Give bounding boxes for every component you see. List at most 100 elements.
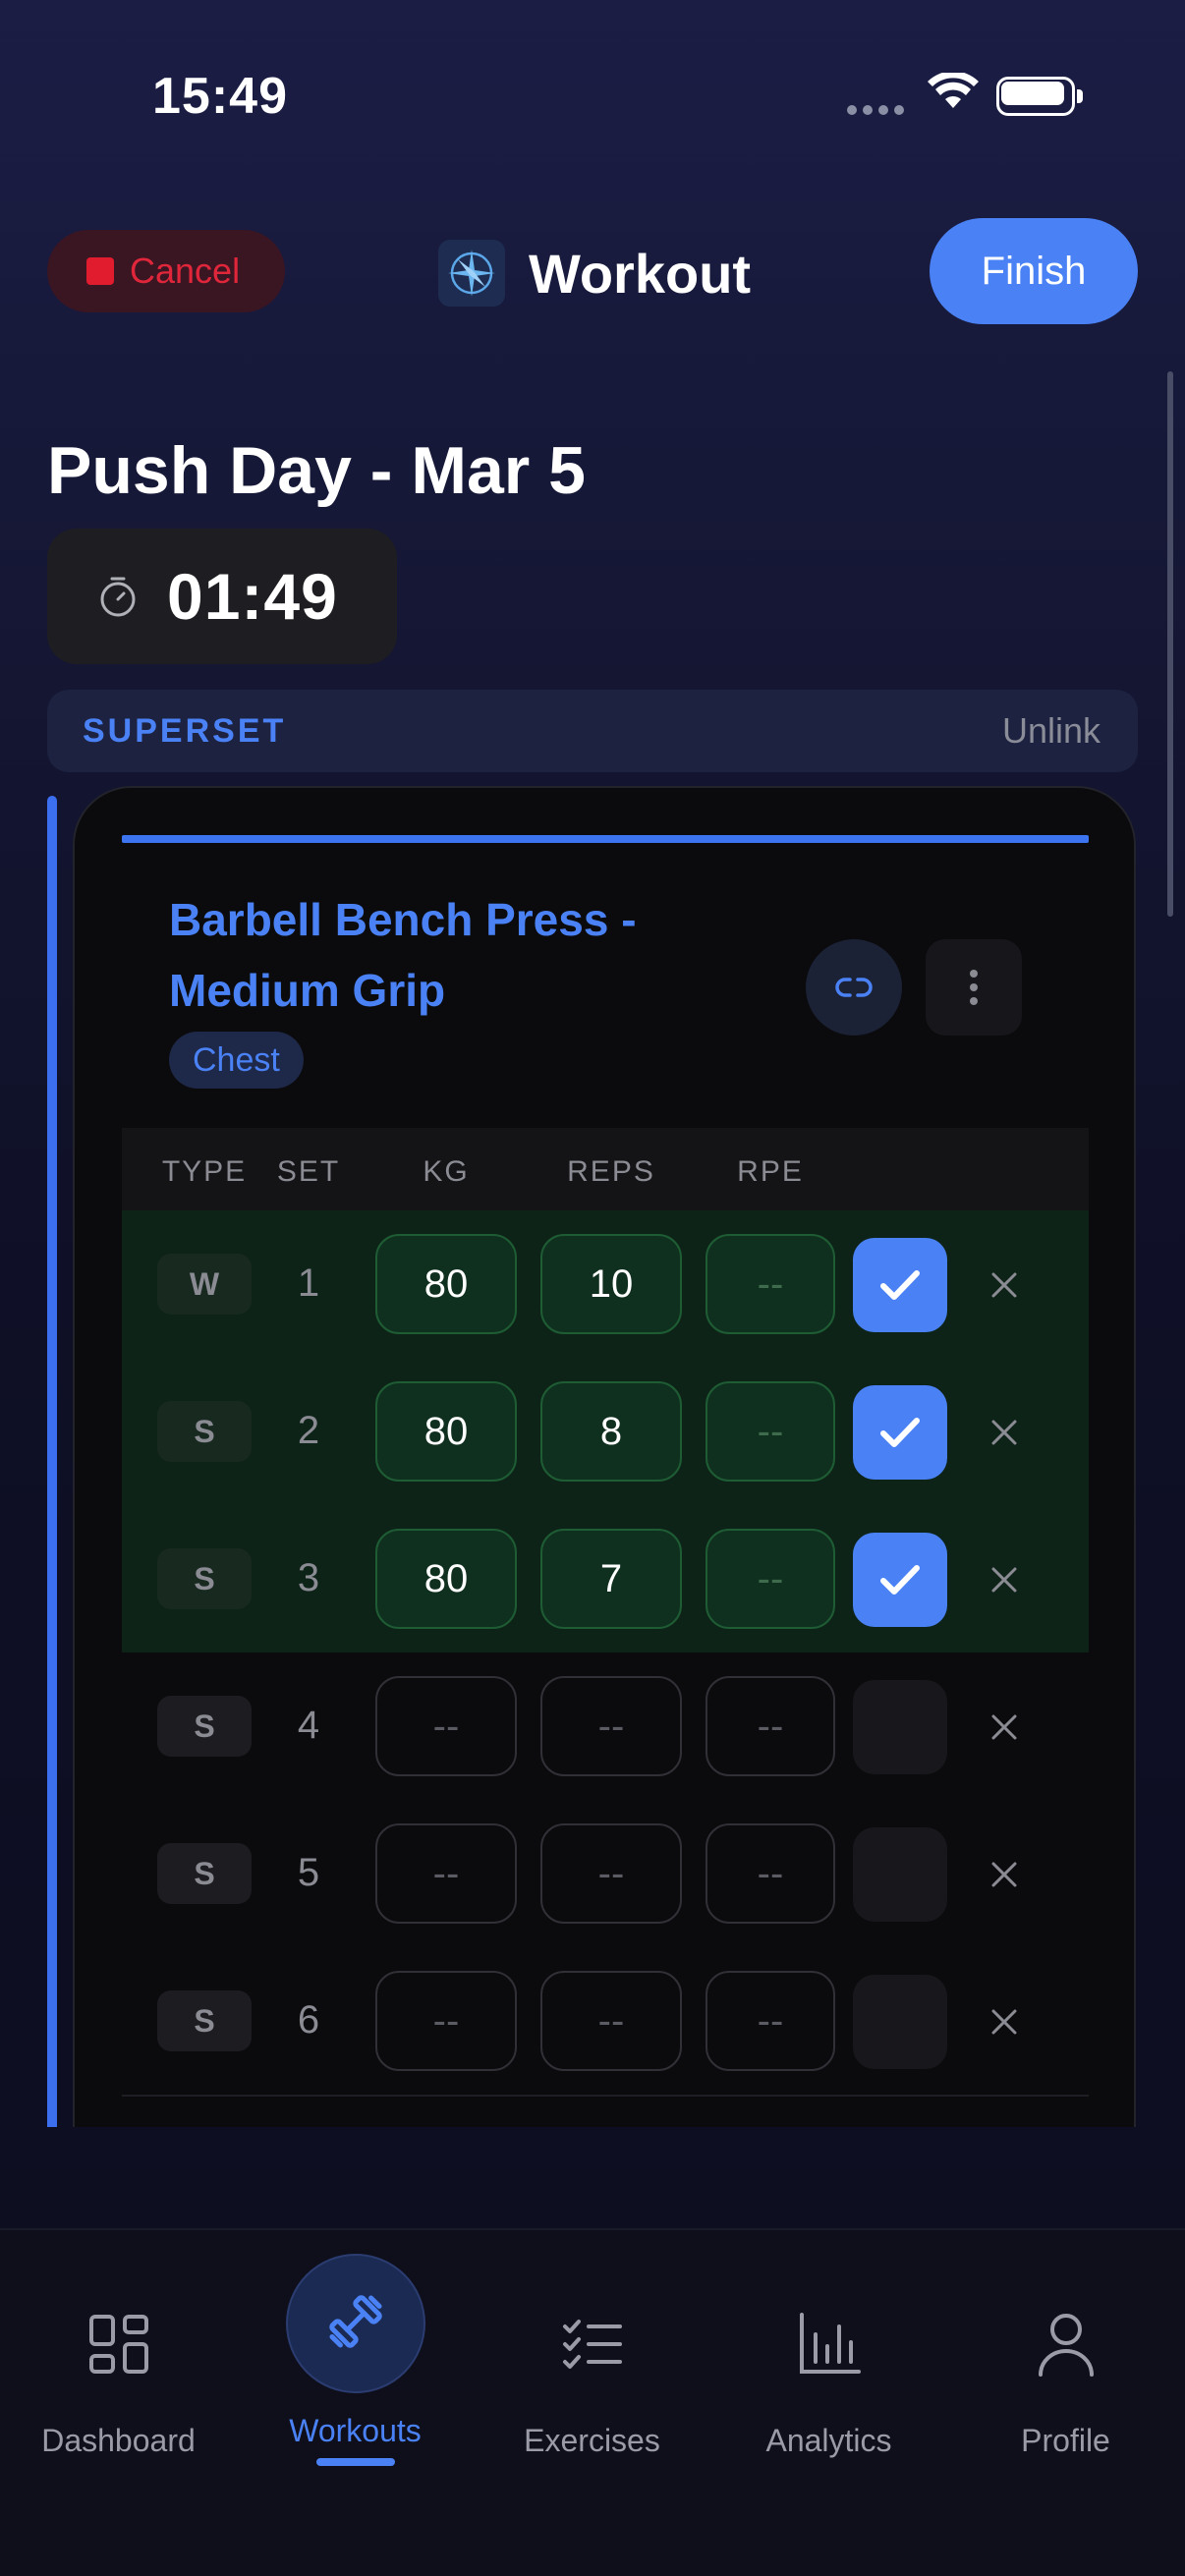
set-row: S 3 80 7 --	[122, 1505, 1089, 1652]
set-type-badge[interactable]: W	[157, 1254, 252, 1315]
close-icon	[991, 1862, 1017, 1887]
rpe-input[interactable]: --	[705, 1823, 835, 1924]
reps-input[interactable]: --	[540, 1676, 682, 1776]
unlink-button[interactable]: Unlink	[1002, 710, 1100, 752]
tab-label: Profile	[1021, 2423, 1110, 2458]
sets-table: TYPE SET KG REPS RPE W 1 80 10 -- S 2 80 8 -- S 3 80…	[122, 1128, 1089, 2097]
set-row: S 6 -- -- --	[122, 1947, 1089, 2095]
reps-input[interactable]: --	[540, 1823, 682, 1924]
workout-timer: 01:49	[47, 529, 397, 664]
set-rows: W 1 80 10 -- S 2 80 8 -- S 3 80 7 -- S 4 -- -- -- S 5 -- -- -- S 6…	[122, 1210, 1089, 2095]
complete-set-checkbox[interactable]	[853, 1827, 947, 1922]
card-accent-line	[122, 835, 1089, 843]
muscle-tag: Chest	[169, 1032, 304, 1089]
superset-rail	[47, 796, 57, 2127]
reps-input[interactable]: 8	[540, 1381, 682, 1482]
link-button[interactable]	[806, 939, 902, 1036]
complete-set-checkbox[interactable]	[853, 1238, 947, 1332]
complete-set-checkbox[interactable]	[853, 1680, 947, 1774]
tab-label: Dashboard	[41, 2423, 196, 2458]
rpe-input[interactable]: --	[705, 1971, 835, 2071]
delete-set-button[interactable]	[979, 1996, 1030, 2047]
kg-input[interactable]: --	[375, 1676, 517, 1776]
set-number: 6	[297, 1998, 320, 2042]
reps-input[interactable]: 10	[540, 1234, 682, 1334]
app-logo-icon	[438, 240, 505, 307]
superset-header: SUPERSET Unlink	[47, 690, 1138, 772]
exercise-name-line1: Barbell Bench Press -	[169, 894, 637, 945]
rpe-input[interactable]: --	[705, 1234, 835, 1334]
kg-input[interactable]: 80	[375, 1234, 517, 1334]
checkmark-icon	[880, 1270, 920, 1300]
active-tab-indicator	[315, 2458, 395, 2466]
close-icon	[991, 1714, 1017, 1740]
kg-input[interactable]: --	[375, 1823, 517, 1924]
tab-dashboard[interactable]: Dashboard	[0, 2230, 237, 2476]
delete-set-button[interactable]	[979, 1260, 1030, 1311]
close-icon	[991, 2009, 1017, 2035]
rpe-input[interactable]: --	[705, 1381, 835, 1482]
exercise-name-line2: Medium Grip	[169, 965, 446, 1016]
dashboard-icon	[80, 2305, 158, 2383]
set-number: 3	[297, 1556, 320, 1599]
set-row: S 2 80 8 --	[122, 1358, 1089, 1505]
set-type-badge[interactable]: S	[157, 1843, 252, 1904]
complete-set-checkbox[interactable]	[853, 1385, 947, 1480]
set-number: 2	[297, 1409, 320, 1452]
header-title: Workout	[529, 242, 752, 305]
workout-content[interactable]: Push Day - Mar 5 01:49 SUPERSET Unlink B…	[0, 373, 1185, 2127]
status-time: 15:49	[152, 68, 288, 125]
finish-button[interactable]: Finish	[930, 218, 1138, 324]
superset-label: SUPERSET	[83, 711, 287, 750]
tab-analytics[interactable]: Analytics	[710, 2230, 947, 2476]
set-number: 4	[297, 1704, 320, 1747]
cellular-signal-icon	[847, 102, 910, 120]
cancel-button[interactable]: Cancel	[47, 230, 285, 312]
delete-set-button[interactable]	[979, 1702, 1030, 1753]
reps-input[interactable]: 7	[540, 1529, 682, 1629]
complete-set-checkbox[interactable]	[853, 1533, 947, 1627]
exercise-card: Barbell Bench Press - Medium Grip Chest …	[73, 786, 1136, 2127]
set-row: S 5 -- -- --	[122, 1800, 1089, 1947]
workout-title[interactable]: Push Day - Mar 5	[47, 432, 586, 509]
tab-exercises[interactable]: Exercises	[474, 2230, 710, 2476]
wifi-icon	[928, 73, 979, 108]
rpe-input[interactable]: --	[705, 1529, 835, 1629]
delete-set-button[interactable]	[979, 1407, 1030, 1458]
col-kg: KG	[423, 1155, 470, 1188]
col-reps: REPS	[567, 1155, 655, 1188]
delete-set-button[interactable]	[979, 1554, 1030, 1605]
kg-input[interactable]: 80	[375, 1381, 517, 1482]
stop-icon	[86, 257, 114, 285]
tab-workouts[interactable]: Workouts	[237, 2230, 474, 2476]
set-row: S 4 -- -- --	[122, 1652, 1089, 1800]
set-type-badge[interactable]: S	[157, 1990, 252, 2051]
set-type-badge[interactable]: S	[157, 1401, 252, 1462]
set-type-badge[interactable]: S	[157, 1696, 252, 1757]
close-icon	[991, 1420, 1017, 1445]
more-options-button[interactable]	[926, 939, 1022, 1036]
status-bar: 15:49	[0, 0, 1185, 196]
cancel-label: Cancel	[130, 251, 241, 291]
reps-input[interactable]: --	[540, 1971, 682, 2071]
battery-icon	[996, 77, 1083, 116]
header-title-group: Workout	[438, 234, 751, 312]
stopwatch-icon	[100, 577, 136, 617]
col-rpe: RPE	[737, 1155, 804, 1188]
checkmark-icon	[880, 1418, 920, 1447]
exercise-name[interactable]: Barbell Bench Press - Medium Grip	[169, 884, 719, 1026]
timer-value: 01:49	[167, 560, 338, 633]
delete-set-button[interactable]	[979, 1849, 1030, 1900]
close-icon	[991, 1272, 1017, 1298]
set-type-badge[interactable]: S	[157, 1548, 252, 1609]
tab-bar: Dashboard Workouts Exercises Analytics P…	[0, 2228, 1185, 2576]
rpe-input[interactable]: --	[705, 1676, 835, 1776]
kg-input[interactable]: --	[375, 1971, 517, 2071]
tab-profile[interactable]: Profile	[947, 2230, 1184, 2476]
close-icon	[991, 1567, 1017, 1593]
set-row: W 1 80 10 --	[122, 1210, 1089, 1358]
checkmark-icon	[880, 1565, 920, 1595]
complete-set-checkbox[interactable]	[853, 1975, 947, 2069]
tab-label: Workouts	[289, 2413, 422, 2448]
kg-input[interactable]: 80	[375, 1529, 517, 1629]
